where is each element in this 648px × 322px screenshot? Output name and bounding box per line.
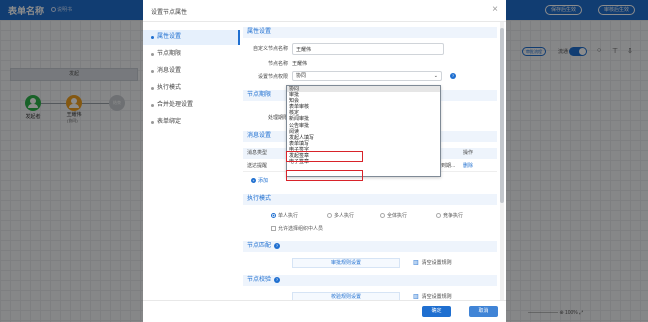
nav-item-message[interactable]: 消息设置: [143, 64, 240, 79]
section-property: 属性设置: [243, 27, 497, 38]
section-validation: 节点校验?: [243, 275, 497, 286]
modal-side-nav: 属性设置 节点期限 消息设置 执行模式 合并处理设置 表单绑定: [143, 28, 240, 132]
radio-multi[interactable]: 多人执行: [327, 212, 354, 219]
permission-select[interactable]: 协同 ⌄: [292, 71, 442, 81]
chevron-down-icon: ⌄: [433, 73, 438, 79]
clear-validation-rule[interactable]: ▥ 清空设置规则: [413, 293, 452, 300]
radio-single[interactable]: 单人执行: [271, 212, 298, 219]
scrollbar-thumb[interactable]: [500, 28, 504, 203]
allow-org-checkbox[interactable]: 允许选择组织中人员: [271, 225, 323, 232]
modal-header: 设置节点属性 ×: [143, 0, 506, 22]
delete-link[interactable]: 删除: [463, 161, 473, 172]
section-matching: 节点匹配?: [243, 241, 497, 252]
plus-icon: +: [251, 178, 256, 183]
node-name-value: 王耀伟: [292, 61, 308, 67]
permission-dropdown: 协同 审批 知会 表单审核 核定 新闻审批 公告审批 阅读 发起人填写 表单填写 电子签字 发起签章电…: [286, 85, 441, 177]
approval-rule-button[interactable]: 审批规则设置: [292, 258, 400, 268]
modal-title: 设置节点属性: [151, 10, 188, 16]
question-icon[interactable]: ?: [274, 243, 281, 249]
deadline-label: 处理期限: [267, 115, 288, 121]
ok-button[interactable]: 确定: [422, 306, 451, 317]
nav-item-property[interactable]: 属性设置: [143, 30, 240, 45]
close-icon[interactable]: ×: [492, 5, 498, 15]
permission-label: 设置节点权限: [257, 74, 288, 80]
nav-item-exec-mode[interactable]: 执行模式: [143, 81, 240, 96]
add-message-button[interactable]: + 添加: [251, 177, 268, 184]
nav-item-deadline[interactable]: 节点期限: [143, 47, 240, 62]
question-icon[interactable]: ?: [274, 277, 281, 283]
node-name-label: 节点名称: [267, 61, 288, 67]
trash-icon: ▥: [413, 260, 419, 266]
highlight-box: [286, 151, 363, 162]
modal-footer: 确定 取消: [143, 300, 506, 322]
section-exec-mode: 执行模式: [243, 194, 497, 205]
highlight-box: [286, 170, 363, 181]
custom-name-input[interactable]: [292, 43, 444, 55]
help-icon[interactable]: ?: [450, 73, 456, 79]
nav-item-form-binding[interactable]: 表单绑定: [143, 115, 240, 130]
radio-compete[interactable]: 竞争执行: [436, 212, 463, 219]
nav-item-merge[interactable]: 合并处理设置: [143, 98, 240, 113]
trash-icon: ▥: [413, 294, 419, 300]
custom-name-label: 自定义节点名称: [252, 46, 288, 52]
cancel-button[interactable]: 取消: [469, 306, 498, 317]
clear-matching-rule[interactable]: ▥ 清空设置规则: [413, 259, 452, 266]
radio-all[interactable]: 全体执行: [380, 212, 407, 219]
